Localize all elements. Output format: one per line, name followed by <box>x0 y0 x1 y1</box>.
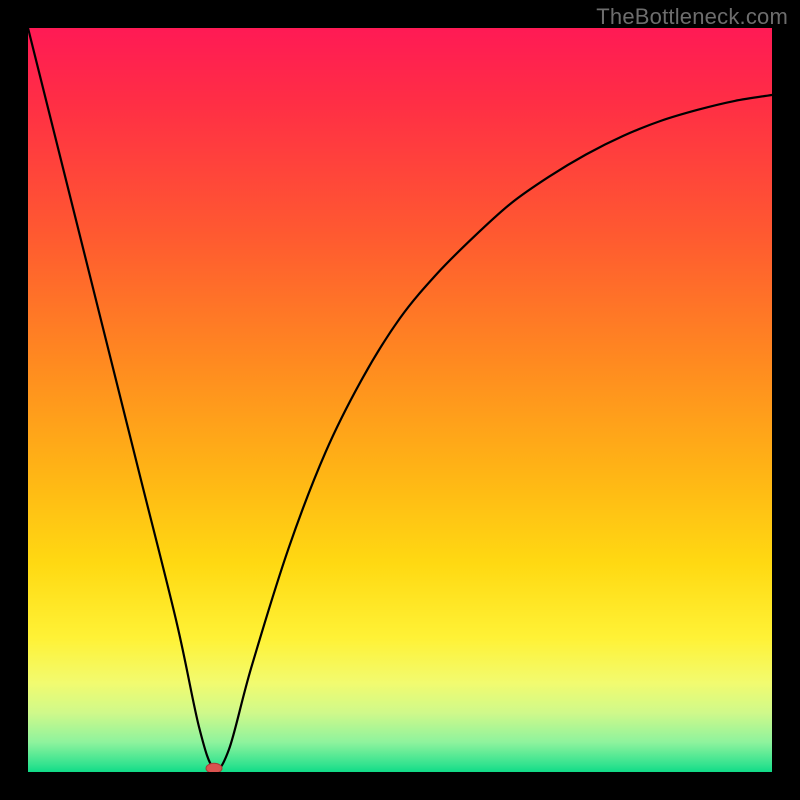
bottleneck-curve-svg <box>28 28 772 772</box>
min-marker <box>206 763 222 772</box>
plot-area <box>28 28 772 772</box>
bottleneck-curve <box>28 28 772 769</box>
watermark-text: TheBottleneck.com <box>596 4 788 30</box>
chart-frame: TheBottleneck.com <box>0 0 800 800</box>
